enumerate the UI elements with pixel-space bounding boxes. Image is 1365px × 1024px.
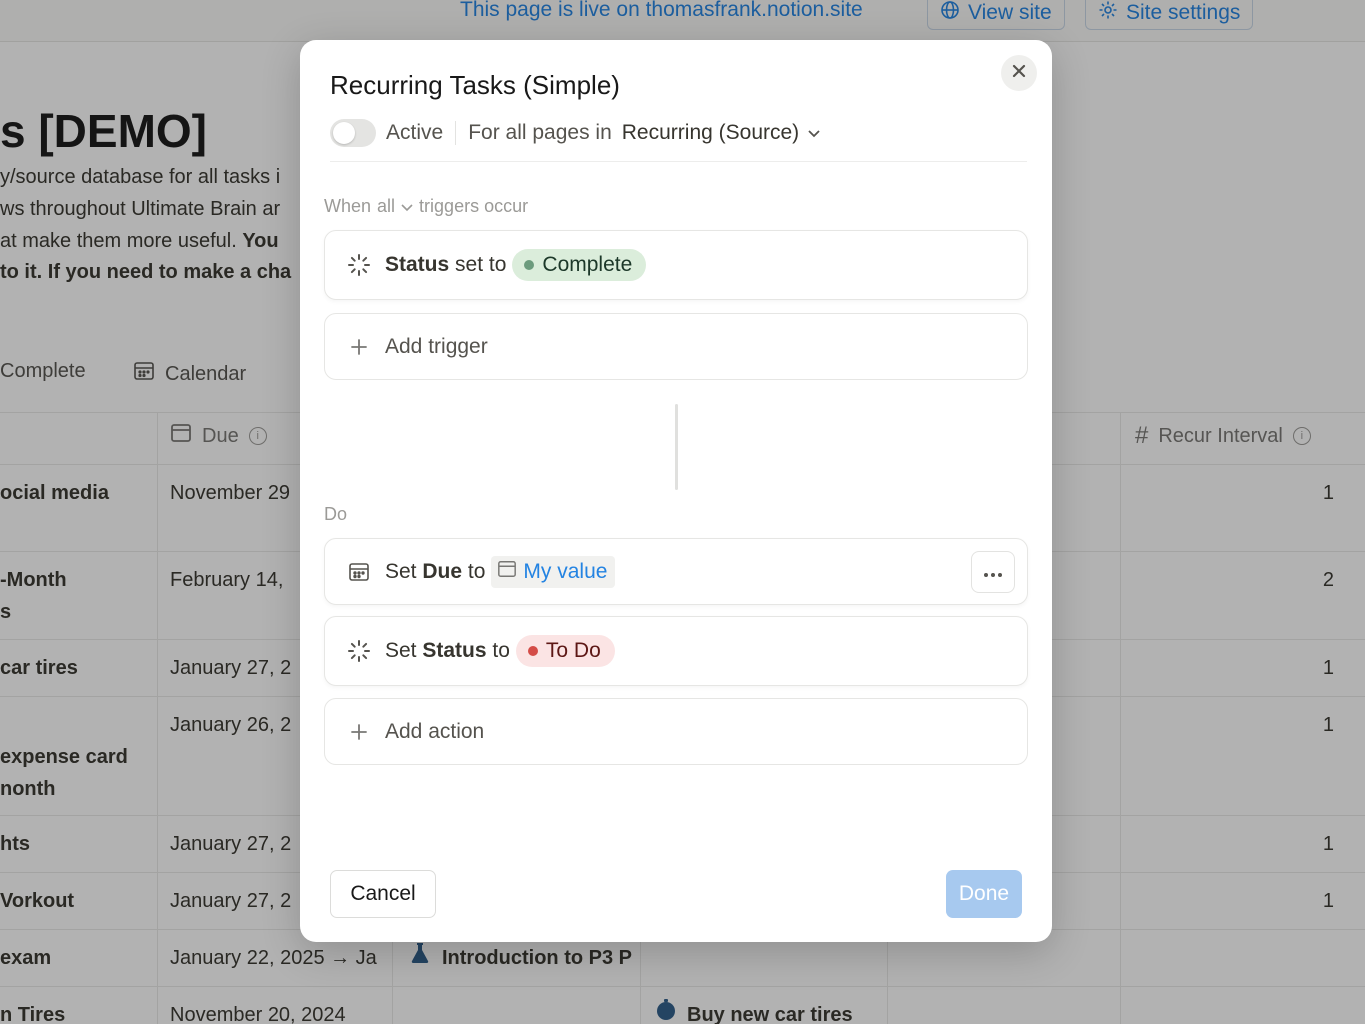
status-dot: [527, 646, 538, 656]
calendar-icon: [497, 559, 517, 585]
due-value-pill[interactable]: My value: [491, 555, 616, 588]
status-loader-icon: [347, 253, 371, 277]
automation-status-row: Active For all pages in Recurring (Sourc…: [330, 118, 821, 148]
action-card-set-due[interactable]: Set Due to My value: [324, 538, 1028, 605]
add-trigger-button[interactable]: Add trigger: [324, 313, 1028, 380]
do-section-label: Do: [324, 504, 348, 524]
divider: [455, 121, 457, 145]
ellipsis-icon: [983, 560, 1003, 584]
action-prefix: Set: [385, 559, 417, 583]
chevron-down-icon[interactable]: [807, 121, 821, 145]
cancel-button[interactable]: Cancel: [330, 870, 436, 918]
more-options-button[interactable]: [971, 551, 1015, 593]
add-action-button[interactable]: Add action: [324, 698, 1028, 765]
action-property: Due: [422, 559, 463, 583]
scope-database-selector[interactable]: Recurring (Source): [622, 121, 799, 145]
trigger-condition-label: When all triggers occur: [324, 196, 529, 217]
action-property: Status: [422, 639, 487, 662]
close-icon: [1012, 64, 1026, 83]
close-button[interactable]: [1001, 55, 1037, 91]
flow-connector: [675, 404, 678, 490]
action-verb: to: [467, 559, 486, 583]
add-trigger-label: Add trigger: [385, 334, 488, 358]
done-button[interactable]: Done: [946, 870, 1022, 918]
calendar-icon: [347, 560, 371, 584]
trigger-property: Status: [385, 253, 450, 276]
status-value-pill[interactable]: To Do: [515, 635, 615, 667]
action-card-set-status[interactable]: Set Status to To Do: [324, 616, 1028, 686]
trigger-verb: set to: [455, 253, 507, 276]
trigger-mode-selector[interactable]: all: [377, 196, 395, 217]
plus-icon: [347, 720, 371, 744]
action-prefix: Set: [385, 639, 417, 662]
plus-icon: [347, 335, 371, 359]
action-verb: to: [492, 639, 510, 662]
scope-prefix: For all pages in: [468, 121, 612, 144]
active-toggle[interactable]: [330, 119, 376, 147]
status-dot: [524, 260, 535, 270]
automation-dialog: Recurring Tasks (Simple) Active For all …: [300, 40, 1052, 942]
status-loader-icon: [347, 639, 371, 663]
trigger-card-status[interactable]: Status set to Complete: [324, 230, 1028, 300]
status-value-pill[interactable]: Complete: [512, 249, 647, 281]
add-action-label: Add action: [385, 719, 485, 743]
dialog-title: Recurring Tasks (Simple): [330, 70, 620, 100]
active-label: Active: [386, 121, 444, 144]
chevron-down-icon[interactable]: [401, 196, 413, 217]
header-divider: [330, 161, 1027, 162]
